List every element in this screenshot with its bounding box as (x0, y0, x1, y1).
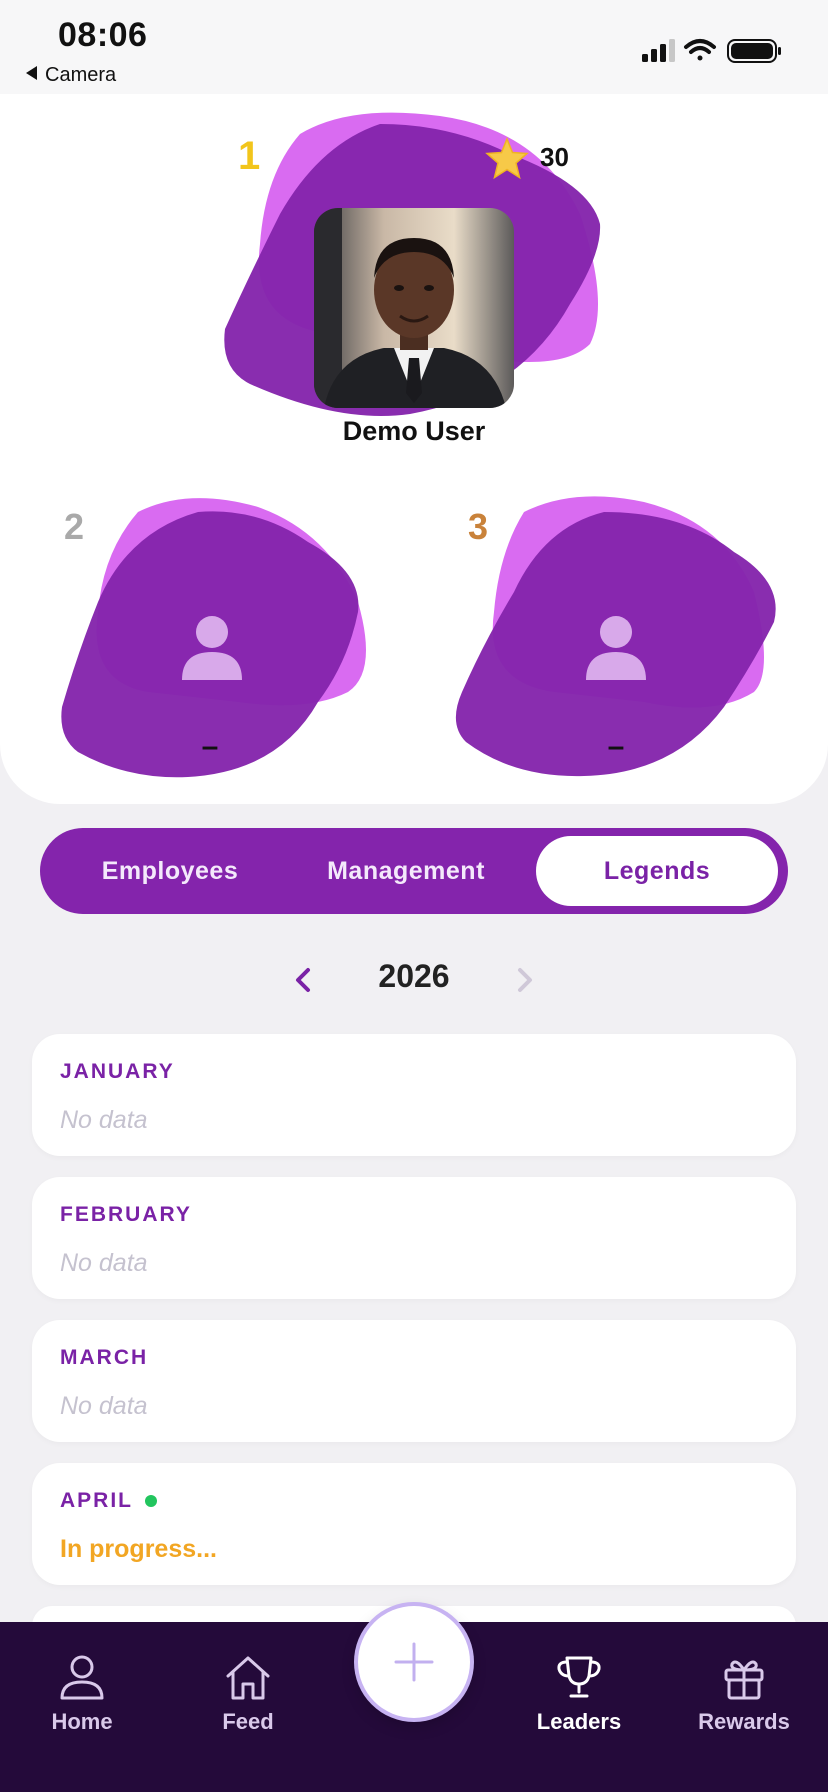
in-progress-indicator (145, 1495, 157, 1507)
month-card-march[interactable]: MARCH No data (32, 1320, 796, 1442)
nav-home[interactable]: Home (22, 1654, 142, 1735)
status-icons (642, 39, 781, 63)
month-card-january[interactable]: JANUARY No data (32, 1034, 796, 1156)
month-status: In progress... (60, 1535, 217, 1563)
nav-leaders[interactable]: Leaders (519, 1654, 639, 1735)
wifi-icon (684, 39, 716, 61)
month-name: APRIL (60, 1489, 133, 1512)
nav-feed[interactable]: Feed (188, 1654, 308, 1735)
tab-employees[interactable]: Employees (60, 828, 280, 914)
month-name: FEBRUARY (60, 1203, 192, 1226)
month-status: No data (60, 1392, 148, 1420)
leaderboard-podium: 1 30 Demo User 2 – 3 – (0, 94, 828, 804)
trophy-icon (557, 1656, 601, 1698)
status-bar: 08:06 Camera (0, 0, 828, 96)
winner-avatar[interactable] (314, 208, 514, 408)
star-icon (485, 137, 529, 180)
person-icon (60, 1655, 104, 1700)
month-status: No data (60, 1249, 148, 1277)
nav-rewards[interactable]: Rewards (684, 1654, 804, 1735)
gift-icon (724, 1660, 764, 1700)
back-arrow-icon (26, 66, 37, 80)
month-name: MARCH (60, 1346, 149, 1369)
back-to-app-link[interactable]: Camera (26, 64, 116, 87)
nav-rewards-label: Rewards (698, 1709, 790, 1734)
back-app-label: Camera (45, 64, 117, 86)
battery-icon (727, 39, 781, 63)
month-status: No data (60, 1106, 148, 1134)
rank-1-label: 1 (238, 134, 261, 178)
points-value: 30 (540, 142, 569, 172)
user-placeholder-icon (182, 616, 242, 680)
year-label: 2026 (378, 958, 450, 994)
tab-management[interactable]: Management (296, 828, 516, 914)
month-card-april[interactable]: APRIL In progress... (32, 1463, 796, 1585)
third-place-name: – (607, 730, 625, 763)
winner-photo-illustration (314, 208, 514, 408)
month-card-february[interactable]: FEBRUARY No data (32, 1177, 796, 1299)
second-place-name: – (201, 730, 219, 763)
plus-icon (394, 1642, 434, 1682)
add-button[interactable] (358, 1606, 470, 1718)
user-placeholder-icon (586, 616, 646, 680)
rank-2-label: 2 (64, 506, 85, 547)
winner-name: Demo User (342, 416, 486, 446)
rank-3-label: 3 (468, 506, 489, 547)
month-name: JANUARY (60, 1060, 175, 1083)
next-year-button[interactable] (506, 962, 542, 998)
clock: 08:06 (58, 16, 148, 54)
tab-legends[interactable]: Legends (536, 836, 778, 906)
year-selector: 2026 (0, 950, 828, 1010)
leaderboard-tabs: Employees Management Legends (40, 828, 788, 914)
nav-home-label: Home (51, 1709, 113, 1734)
nav-leaders-label: Leaders (536, 1709, 622, 1734)
signal-icon (642, 39, 675, 62)
house-icon (226, 1656, 270, 1700)
nav-feed-label: Feed (222, 1709, 274, 1734)
